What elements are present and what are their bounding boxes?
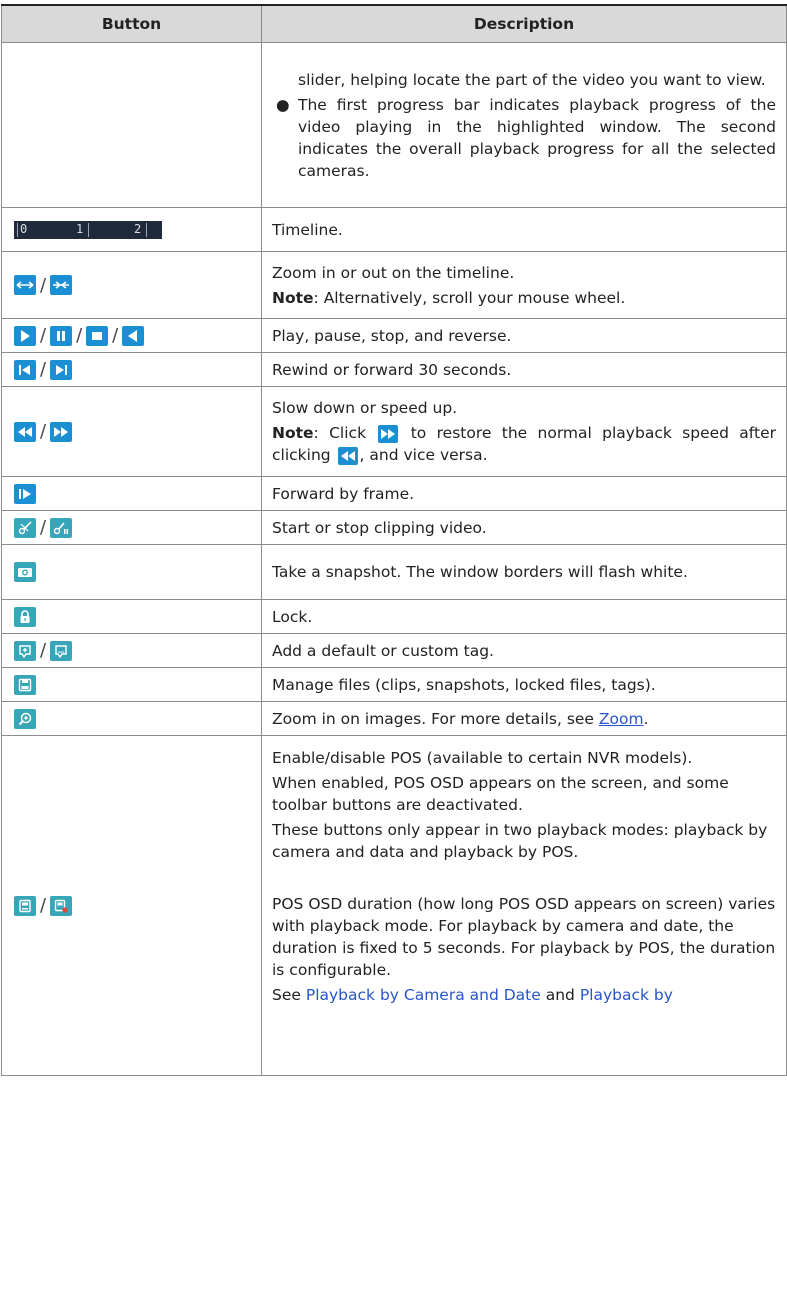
table-header-row: Button Description xyxy=(1,4,787,43)
frame-forward-icon xyxy=(14,483,36,504)
button-cell xyxy=(1,476,262,511)
table-row: Take a snapshot. The window borders will… xyxy=(1,544,787,600)
table-row: / Rewind or forward 30 seconds. xyxy=(1,352,787,387)
bullet-dot: ● xyxy=(276,95,290,114)
button-cell: / xyxy=(1,510,262,545)
button-cell: 0 1 2 xyxy=(1,207,262,252)
note-text: : Alternatively, scroll your mouse wheel… xyxy=(313,288,626,307)
speed-up-icon xyxy=(378,424,399,443)
lock-icon xyxy=(14,606,36,627)
button-cell: / xyxy=(1,386,262,477)
timeline-label: 0 xyxy=(20,221,28,236)
description-text: . xyxy=(643,709,649,728)
table-row: / Slow down or speed up. Note: Click to … xyxy=(1,386,787,477)
slow-down-icon xyxy=(337,446,358,465)
stop-clip-icon xyxy=(50,517,73,538)
table-row: Forward by frame. xyxy=(1,476,787,511)
description-text: See xyxy=(272,986,301,1004)
timeline-image: 0 1 2 xyxy=(14,220,162,239)
play-icon xyxy=(14,325,36,346)
note-line: Note: Click to restore the normal playba… xyxy=(272,422,776,466)
zoom-link[interactable]: Zoom xyxy=(599,710,644,728)
description-cell: Forward by frame. xyxy=(261,476,787,511)
playback-by-camera-and-date-link[interactable]: Playback by Camera and Date xyxy=(306,986,541,1004)
stop-icon xyxy=(86,325,109,346)
pos-paragraph-3: These buttons only appear in two playbac… xyxy=(272,821,768,861)
table-row: / Zoom in or out on the timeline. Note: … xyxy=(1,251,787,319)
description-cell: Manage files (clips, snapshots, locked f… xyxy=(261,667,787,702)
button-cell xyxy=(1,42,262,208)
button-cell xyxy=(1,701,262,736)
table-row: / Add a default or custom tag. xyxy=(1,633,787,668)
pos-enable-icon xyxy=(14,895,36,916)
description-text: Slow down or speed up. xyxy=(272,399,458,417)
description-cell: Enable/disable POS (available to certain… xyxy=(261,735,787,1076)
note-text: : Click xyxy=(313,424,367,442)
start-clip-icon xyxy=(14,517,36,538)
digital-zoom-icon xyxy=(14,708,36,729)
button-cell xyxy=(1,544,262,600)
default-tag-icon xyxy=(14,640,36,661)
pos-paragraph-5: See Playback by Camera and Date and Play… xyxy=(272,984,776,1006)
table-row: 0 1 2 Timeline. xyxy=(1,207,787,252)
bullet-item: ● The first progress bar indicates playb… xyxy=(272,94,776,182)
pos-paragraph-2: When enabled, POS OSD appears on the scr… xyxy=(272,774,729,814)
timeline-label: 2 xyxy=(134,221,142,236)
snapshot-icon xyxy=(14,562,36,582)
button-cell: / xyxy=(1,735,262,1076)
table-row: Lock. xyxy=(1,599,787,634)
description-cell: Take a snapshot. The window borders will… xyxy=(261,544,787,600)
table-row: / Enable/disable POS (available to certa… xyxy=(1,735,787,1076)
note-label: Note xyxy=(272,288,314,307)
description-cell: Rewind or forward 30 seconds. xyxy=(261,352,787,387)
playback-by-pos-link[interactable]: Playback by xyxy=(580,986,673,1004)
reverse-icon xyxy=(122,325,145,346)
pos-paragraph-1: Enable/disable POS (available to certain… xyxy=(272,749,693,767)
forward-30s-icon xyxy=(50,359,73,380)
button-cell xyxy=(1,599,262,634)
speed-up-icon xyxy=(50,421,73,442)
slow-down-icon xyxy=(14,421,36,442)
pos-disable-icon xyxy=(50,895,73,916)
description-cell: Lock. xyxy=(261,599,787,634)
description-cell: Add a default or custom tag. xyxy=(261,633,787,668)
rewind-30s-icon xyxy=(14,359,36,380)
button-cell: / / / xyxy=(1,318,262,353)
description-cell: Zoom in or out on the timeline. Note: Al… xyxy=(261,251,787,319)
table-row: / Start or stop clipping video. xyxy=(1,510,787,545)
description-text: Zoom in on images. For more details, see xyxy=(272,709,594,728)
description-cell: Slow down or speed up. Note: Click to re… xyxy=(261,386,787,477)
pause-icon xyxy=(50,325,73,346)
note-line: Note: Alternatively, scroll your mouse w… xyxy=(272,287,776,309)
manage-files-icon xyxy=(14,674,36,695)
button-cell: / xyxy=(1,251,262,319)
description-cell: slider, helping locate the part of the v… xyxy=(261,42,787,208)
note-label: Note xyxy=(272,424,314,442)
description-cell: Play, pause, stop, and reverse. xyxy=(261,318,787,353)
description-cell: Timeline. xyxy=(261,207,787,252)
description-cell: Start or stop clipping video. xyxy=(261,510,787,545)
custom-tag-icon xyxy=(50,640,73,661)
timeline-label: 1 xyxy=(76,221,84,236)
description-text: and xyxy=(545,986,575,1004)
header-button: Button xyxy=(1,4,262,43)
zoom-out-timeline-icon xyxy=(50,275,73,295)
button-cell xyxy=(1,667,262,702)
bullet-text: The first progress bar indicates playbac… xyxy=(298,95,776,180)
button-description-table: Button Description slider, helping locat… xyxy=(1,4,787,1076)
note-text: , and vice versa. xyxy=(359,446,488,464)
zoom-in-timeline-icon xyxy=(14,275,36,295)
button-cell: / xyxy=(1,352,262,387)
description-text: Zoom in or out on the timeline. xyxy=(272,263,515,282)
table-row: slider, helping locate the part of the v… xyxy=(1,42,787,208)
header-description: Description xyxy=(261,4,787,43)
pos-paragraph-4: POS OSD duration (how long POS OSD appea… xyxy=(272,895,776,979)
table-row: Zoom in on images. For more details, see… xyxy=(1,701,787,736)
table-row: / / / Play, pause, stop, and reverse. xyxy=(1,318,787,353)
table-row: Manage files (clips, snapshots, locked f… xyxy=(1,667,787,702)
continued-text: slider, helping locate the part of the v… xyxy=(298,70,766,89)
button-cell: / xyxy=(1,633,262,668)
description-cell: Zoom in on images. For more details, see… xyxy=(261,701,787,736)
